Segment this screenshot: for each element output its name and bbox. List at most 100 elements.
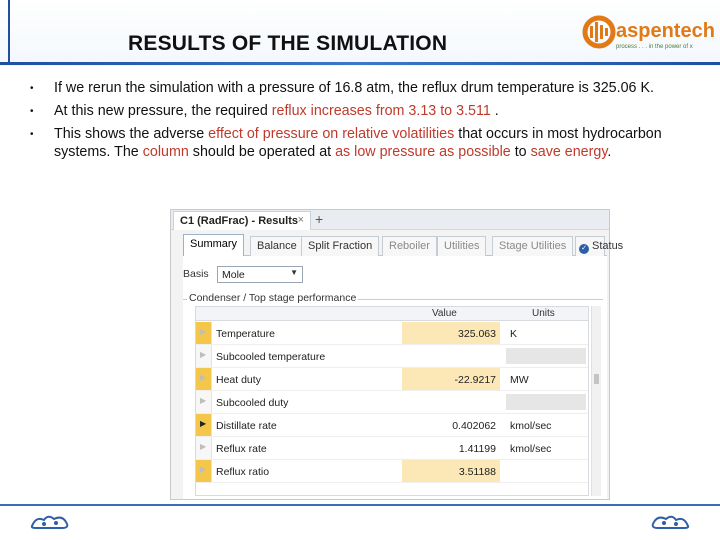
row-name: Distillate rate — [216, 420, 277, 432]
row-value: 1.41199 — [458, 443, 496, 455]
grid-scrollbar[interactable] — [591, 306, 601, 496]
row-units: K — [510, 328, 518, 340]
close-icon[interactable]: × — [298, 214, 304, 226]
table-row[interactable]: ▶ Subcooled temperature — [196, 345, 588, 368]
row-units — [506, 348, 586, 364]
row-pointer-icon: ▶ — [200, 465, 207, 474]
row-selector[interactable]: ▶ — [196, 414, 212, 436]
row-value: 0.402062 — [452, 420, 496, 432]
bullet-text: . — [607, 144, 612, 160]
row-selector[interactable]: ▶ — [196, 345, 212, 367]
bullet-text: should be operated at — [188, 144, 336, 160]
document-tab-bar: C1 (RadFrac) - Results × + — [171, 210, 609, 230]
bullet-text: This shows the adverse — [54, 126, 209, 142]
tab-status-label: Status — [592, 240, 624, 252]
document-tab-label: C1 (RadFrac) - Results — [180, 215, 298, 227]
header-rule — [0, 62, 720, 65]
tab-status[interactable]: ✓ Status — [575, 236, 623, 256]
row-name: Subcooled temperature — [216, 351, 326, 363]
row-selector[interactable]: ▶ — [196, 322, 212, 344]
highlighted-text: save energy — [530, 144, 608, 160]
row-pointer-icon: ▶ — [200, 419, 207, 428]
chevron-down-icon: ▼ — [290, 268, 298, 277]
add-tab-icon[interactable]: + — [315, 211, 323, 227]
row-pointer-icon: ▶ — [200, 396, 207, 405]
row-name: Heat duty — [216, 374, 261, 386]
tab-stage-utilities[interactable]: Stage Utilities — [492, 236, 574, 256]
aspentech-logo-mark-icon — [582, 15, 616, 49]
slide-title: RESULTS OF THE SIMULATION — [128, 32, 448, 55]
header-left-rule — [8, 0, 10, 62]
tab-split-fraction[interactable]: Split Fraction — [301, 236, 380, 256]
results-tab-strip: Summary Balance Split Fraction Reboiler … — [183, 234, 623, 257]
basis-select[interactable]: Mole ▼ — [217, 266, 303, 283]
aspen-results-window: C1 (RadFrac) - Results × + Summary Balan… — [170, 209, 623, 500]
highlighted-text: reflux increases from 3.13 to 3.511 — [271, 103, 491, 119]
column-header-units: Units — [532, 308, 555, 319]
bullet-text: to — [510, 144, 531, 160]
basis-select-value: Mole — [222, 269, 245, 281]
bullet-dot-icon: • — [30, 106, 34, 117]
table-row[interactable]: ▶ Reflux ratio 3.51188 — [196, 460, 588, 483]
row-name: Reflux ratio — [216, 466, 270, 478]
tab-summary[interactable]: Summary — [183, 234, 245, 257]
highlighted-text: effect of pressure on relative volatilit… — [208, 126, 455, 142]
row-pointer-icon: ▶ — [200, 373, 207, 382]
row-pointer-icon: ▶ — [200, 442, 207, 451]
row-value: 3.51188 — [402, 460, 500, 482]
row-value — [402, 391, 500, 413]
footer-band — [0, 506, 720, 540]
results-grid: Value Units ▶ Temperature 325.063 K ▶ Subcool… — [195, 306, 589, 496]
row-selector[interactable]: ▶ — [196, 437, 212, 459]
bullet-text: At this new pressure, the required — [54, 103, 272, 119]
table-row[interactable]: ▶ Distillate rate 0.402062 kmol/sec — [196, 414, 588, 437]
logo-wordmark: aspentech — [616, 20, 715, 42]
row-pointer-icon: ▶ — [200, 350, 207, 359]
bullet-item: • At this new pressure, the required refl… — [26, 102, 686, 120]
basis-label: Basis — [183, 268, 209, 280]
row-units: kmol/sec — [510, 420, 552, 432]
table-row[interactable]: ▶ Temperature 325.063 K — [196, 322, 588, 345]
row-selector[interactable]: ▶ — [196, 460, 212, 482]
row-selector[interactable]: ▶ — [196, 391, 212, 413]
slide: RESULTS OF THE SIMULATION aspentech proc… — [0, 0, 720, 540]
logo-tagline: process . . . in the power of x — [616, 44, 693, 50]
bullet-item: • If we rerun the simulation with a press… — [26, 79, 686, 97]
row-value: 325.063 — [402, 322, 500, 344]
scrollbar-thumb[interactable] — [594, 374, 599, 384]
highlighted-text: as low pressure as possible — [335, 144, 511, 160]
group-title: Condenser / Top stage performance — [187, 292, 359, 304]
bullet-item: • This shows the adverse effect of pressu… — [26, 125, 686, 161]
aspentech-logo: aspentech process . . . in the power of … — [580, 10, 715, 58]
row-units — [506, 460, 586, 482]
row-units: MW — [510, 374, 529, 386]
row-name: Reflux rate — [216, 443, 267, 455]
bullet-text: If we rerun the simulation with a pressu… — [54, 80, 654, 96]
table-row[interactable]: ▶ Reflux rate 1.41199 kmol/sec — [196, 437, 588, 460]
grid-header: Value Units — [196, 307, 588, 321]
bullet-dot-icon: • — [30, 129, 34, 140]
column-header-value: Value — [432, 308, 457, 319]
row-value — [402, 345, 500, 367]
bullet-text: . — [490, 103, 499, 119]
bullet-dot-icon: • — [30, 83, 34, 94]
row-name: Temperature — [216, 328, 275, 340]
left-cloud-ornament-icon — [30, 515, 69, 529]
document-tab-results[interactable]: C1 (RadFrac) - Results × — [173, 211, 311, 230]
row-value: -22.9217 — [402, 368, 500, 390]
row-units: kmol/sec — [510, 443, 552, 455]
tab-balance[interactable]: Balance — [250, 236, 304, 256]
row-pointer-icon: ▶ — [200, 327, 207, 336]
table-row[interactable]: ▶ Subcooled duty — [196, 391, 588, 414]
row-selector[interactable]: ▶ — [196, 368, 212, 390]
right-cloud-ornament-icon — [651, 515, 690, 529]
tab-utilities[interactable]: Utilities — [437, 236, 487, 256]
summary-content: Basis Mole ▼ Condenser / Top stage perfo… — [183, 256, 607, 499]
row-units — [506, 394, 586, 410]
row-name: Subcooled duty — [216, 397, 289, 409]
tab-reboiler[interactable]: Reboiler — [382, 236, 437, 256]
status-icon: ✓ — [579, 244, 589, 254]
highlighted-text: column — [142, 144, 189, 160]
table-row[interactable]: ▶ Heat duty -22.9217 MW — [196, 368, 588, 391]
bullet-list: • If we rerun the simulation with a press… — [26, 79, 686, 166]
